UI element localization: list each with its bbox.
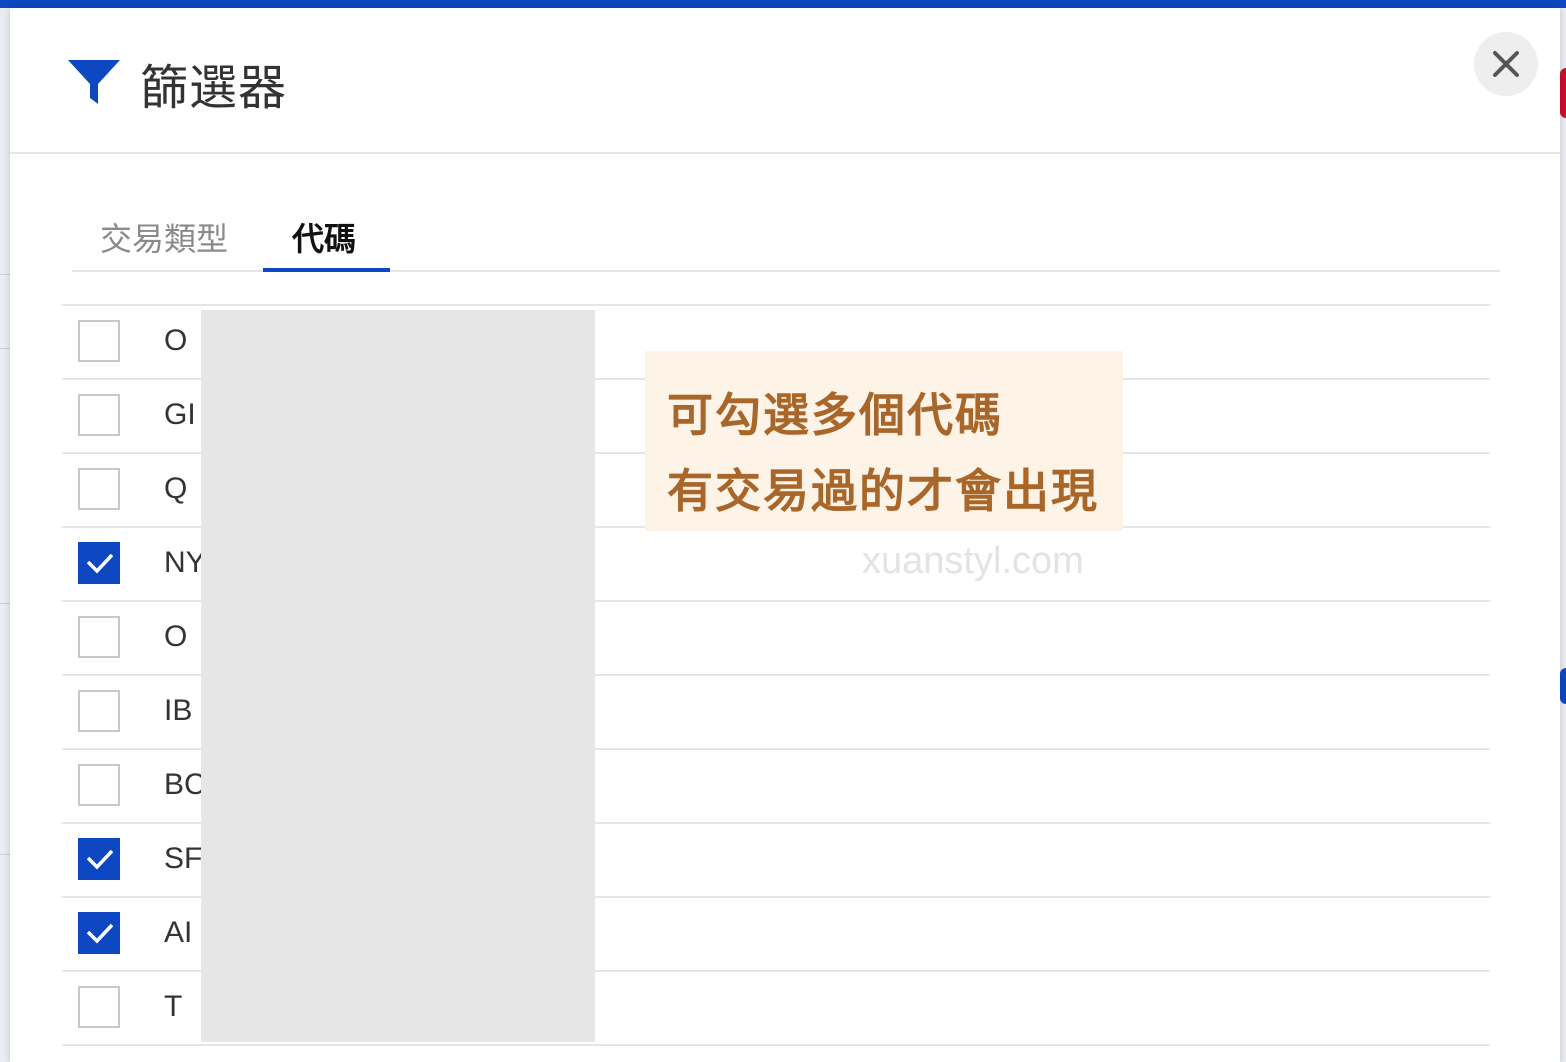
code-label: BC <box>164 768 206 801</box>
code-label: SF <box>164 842 203 875</box>
background-divider <box>0 603 10 604</box>
checkbox[interactable] <box>78 320 120 362</box>
code-label: T <box>164 990 183 1023</box>
tab-code[interactable]: 代碼 <box>292 214 356 260</box>
redaction-block <box>201 310 595 1042</box>
background-divider <box>0 854 10 855</box>
background-badge <box>1560 668 1566 704</box>
close-icon <box>1493 51 1519 77</box>
watermark: xuanstyl.com <box>862 540 1084 582</box>
checkbox[interactable] <box>78 764 120 806</box>
checkbox-checked[interactable] <box>78 838 120 880</box>
annotation-line: 可勾選多個代碼 <box>667 388 1003 442</box>
checkbox-checked[interactable] <box>78 912 120 954</box>
app-top-bar <box>0 0 1566 8</box>
active-tab-indicator <box>263 268 390 272</box>
code-label: IB <box>164 694 193 727</box>
checkbox-checked[interactable] <box>78 542 120 584</box>
dialog-header: 篩選器 <box>10 8 1560 154</box>
background-page-right <box>1560 8 1566 1062</box>
code-label: O <box>164 620 188 653</box>
background-badge <box>1560 68 1566 118</box>
annotation-note: 可勾選多個代碼 有交易過的才會出現 <box>645 351 1123 531</box>
code-label: GI <box>164 398 196 431</box>
code-label: NY <box>164 546 206 579</box>
checkmark-icon <box>86 553 114 574</box>
checkmark-icon <box>86 923 114 944</box>
background-divider <box>0 348 10 349</box>
checkmark-icon <box>86 849 114 870</box>
checkbox[interactable] <box>78 986 120 1028</box>
close-button[interactable] <box>1474 32 1538 96</box>
filter-icon <box>68 60 120 104</box>
code-label: AI <box>164 916 193 949</box>
dialog-title: 篩選器 <box>140 60 288 116</box>
checkbox[interactable] <box>78 690 120 732</box>
checkbox[interactable] <box>78 616 120 658</box>
annotation-line: 有交易過的才會出現 <box>667 464 1099 518</box>
code-label: Q <box>164 472 188 505</box>
checkbox[interactable] <box>78 468 120 510</box>
filter-tabs: 交易類型 代碼 <box>72 208 1500 272</box>
code-label: O <box>164 324 188 357</box>
checkbox[interactable] <box>78 394 120 436</box>
background-divider <box>0 274 10 275</box>
tab-transaction-type[interactable]: 交易類型 <box>100 214 228 260</box>
